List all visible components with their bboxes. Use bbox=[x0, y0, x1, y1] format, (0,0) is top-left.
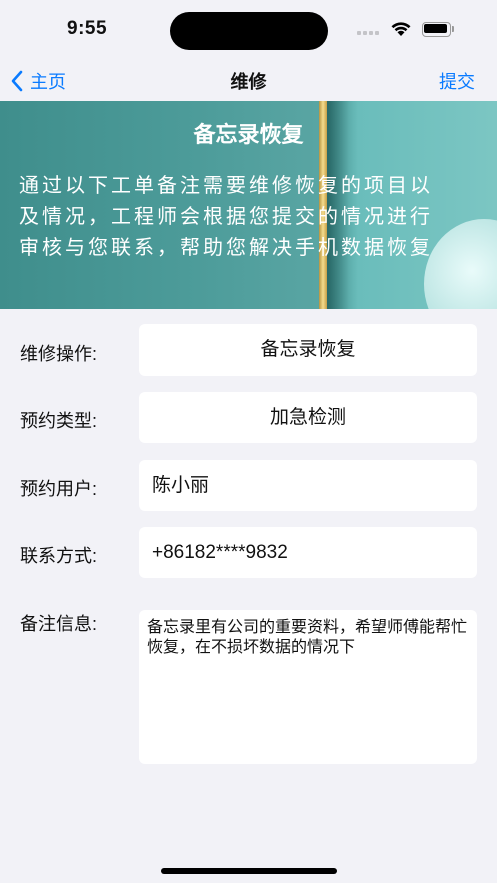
banner-title: 备忘录恢复 bbox=[193, 122, 304, 147]
type-field[interactable]: 加急检测 bbox=[139, 392, 477, 443]
page-title: 维修 bbox=[230, 72, 267, 92]
banner-line: 审核与您联系，帮助您解决手机数据恢复 bbox=[19, 237, 433, 259]
operation-field[interactable]: 备忘录恢复 bbox=[139, 324, 477, 376]
navigation-bar: 主页 维修 提交 bbox=[0, 60, 497, 100]
cellular-signal-icon bbox=[357, 29, 381, 35]
wifi-icon bbox=[391, 22, 411, 36]
banner-line: 通过以下工单备注需要维修恢复的项目以 bbox=[19, 175, 433, 197]
contact-label: 联系方式: bbox=[20, 546, 98, 566]
dynamic-island bbox=[170, 12, 328, 50]
banner: 备忘录恢复 通过以下工单备注需要维修恢复的项目以 及情况，工程师会根据您提交的情… bbox=[0, 101, 497, 309]
user-field[interactable]: 陈小丽 bbox=[139, 460, 477, 511]
operation-label: 维修操作: bbox=[20, 344, 98, 364]
note-textarea[interactable]: 备忘录里有公司的重要资料，希望师傅能帮忙恢复，在不损坏数据的情况下 bbox=[139, 610, 477, 764]
contact-field[interactable]: +86182****9832 bbox=[139, 527, 477, 578]
banner-line: 及情况，工程师会根据您提交的情况进行 bbox=[19, 206, 433, 228]
submit-button[interactable]: 提交 bbox=[439, 68, 475, 94]
status-bar: 9:55 bbox=[0, 0, 497, 60]
note-label: 备注信息: bbox=[20, 614, 98, 634]
banner-description: 通过以下工单备注需要维修恢复的项目以 及情况，工程师会根据您提交的情况进行 审核… bbox=[19, 171, 479, 264]
home-indicator bbox=[161, 868, 337, 874]
type-label: 预约类型: bbox=[20, 411, 98, 431]
status-time: 9:55 bbox=[67, 18, 108, 39]
battery-icon bbox=[422, 22, 454, 37]
user-label: 预约用户: bbox=[20, 479, 98, 499]
